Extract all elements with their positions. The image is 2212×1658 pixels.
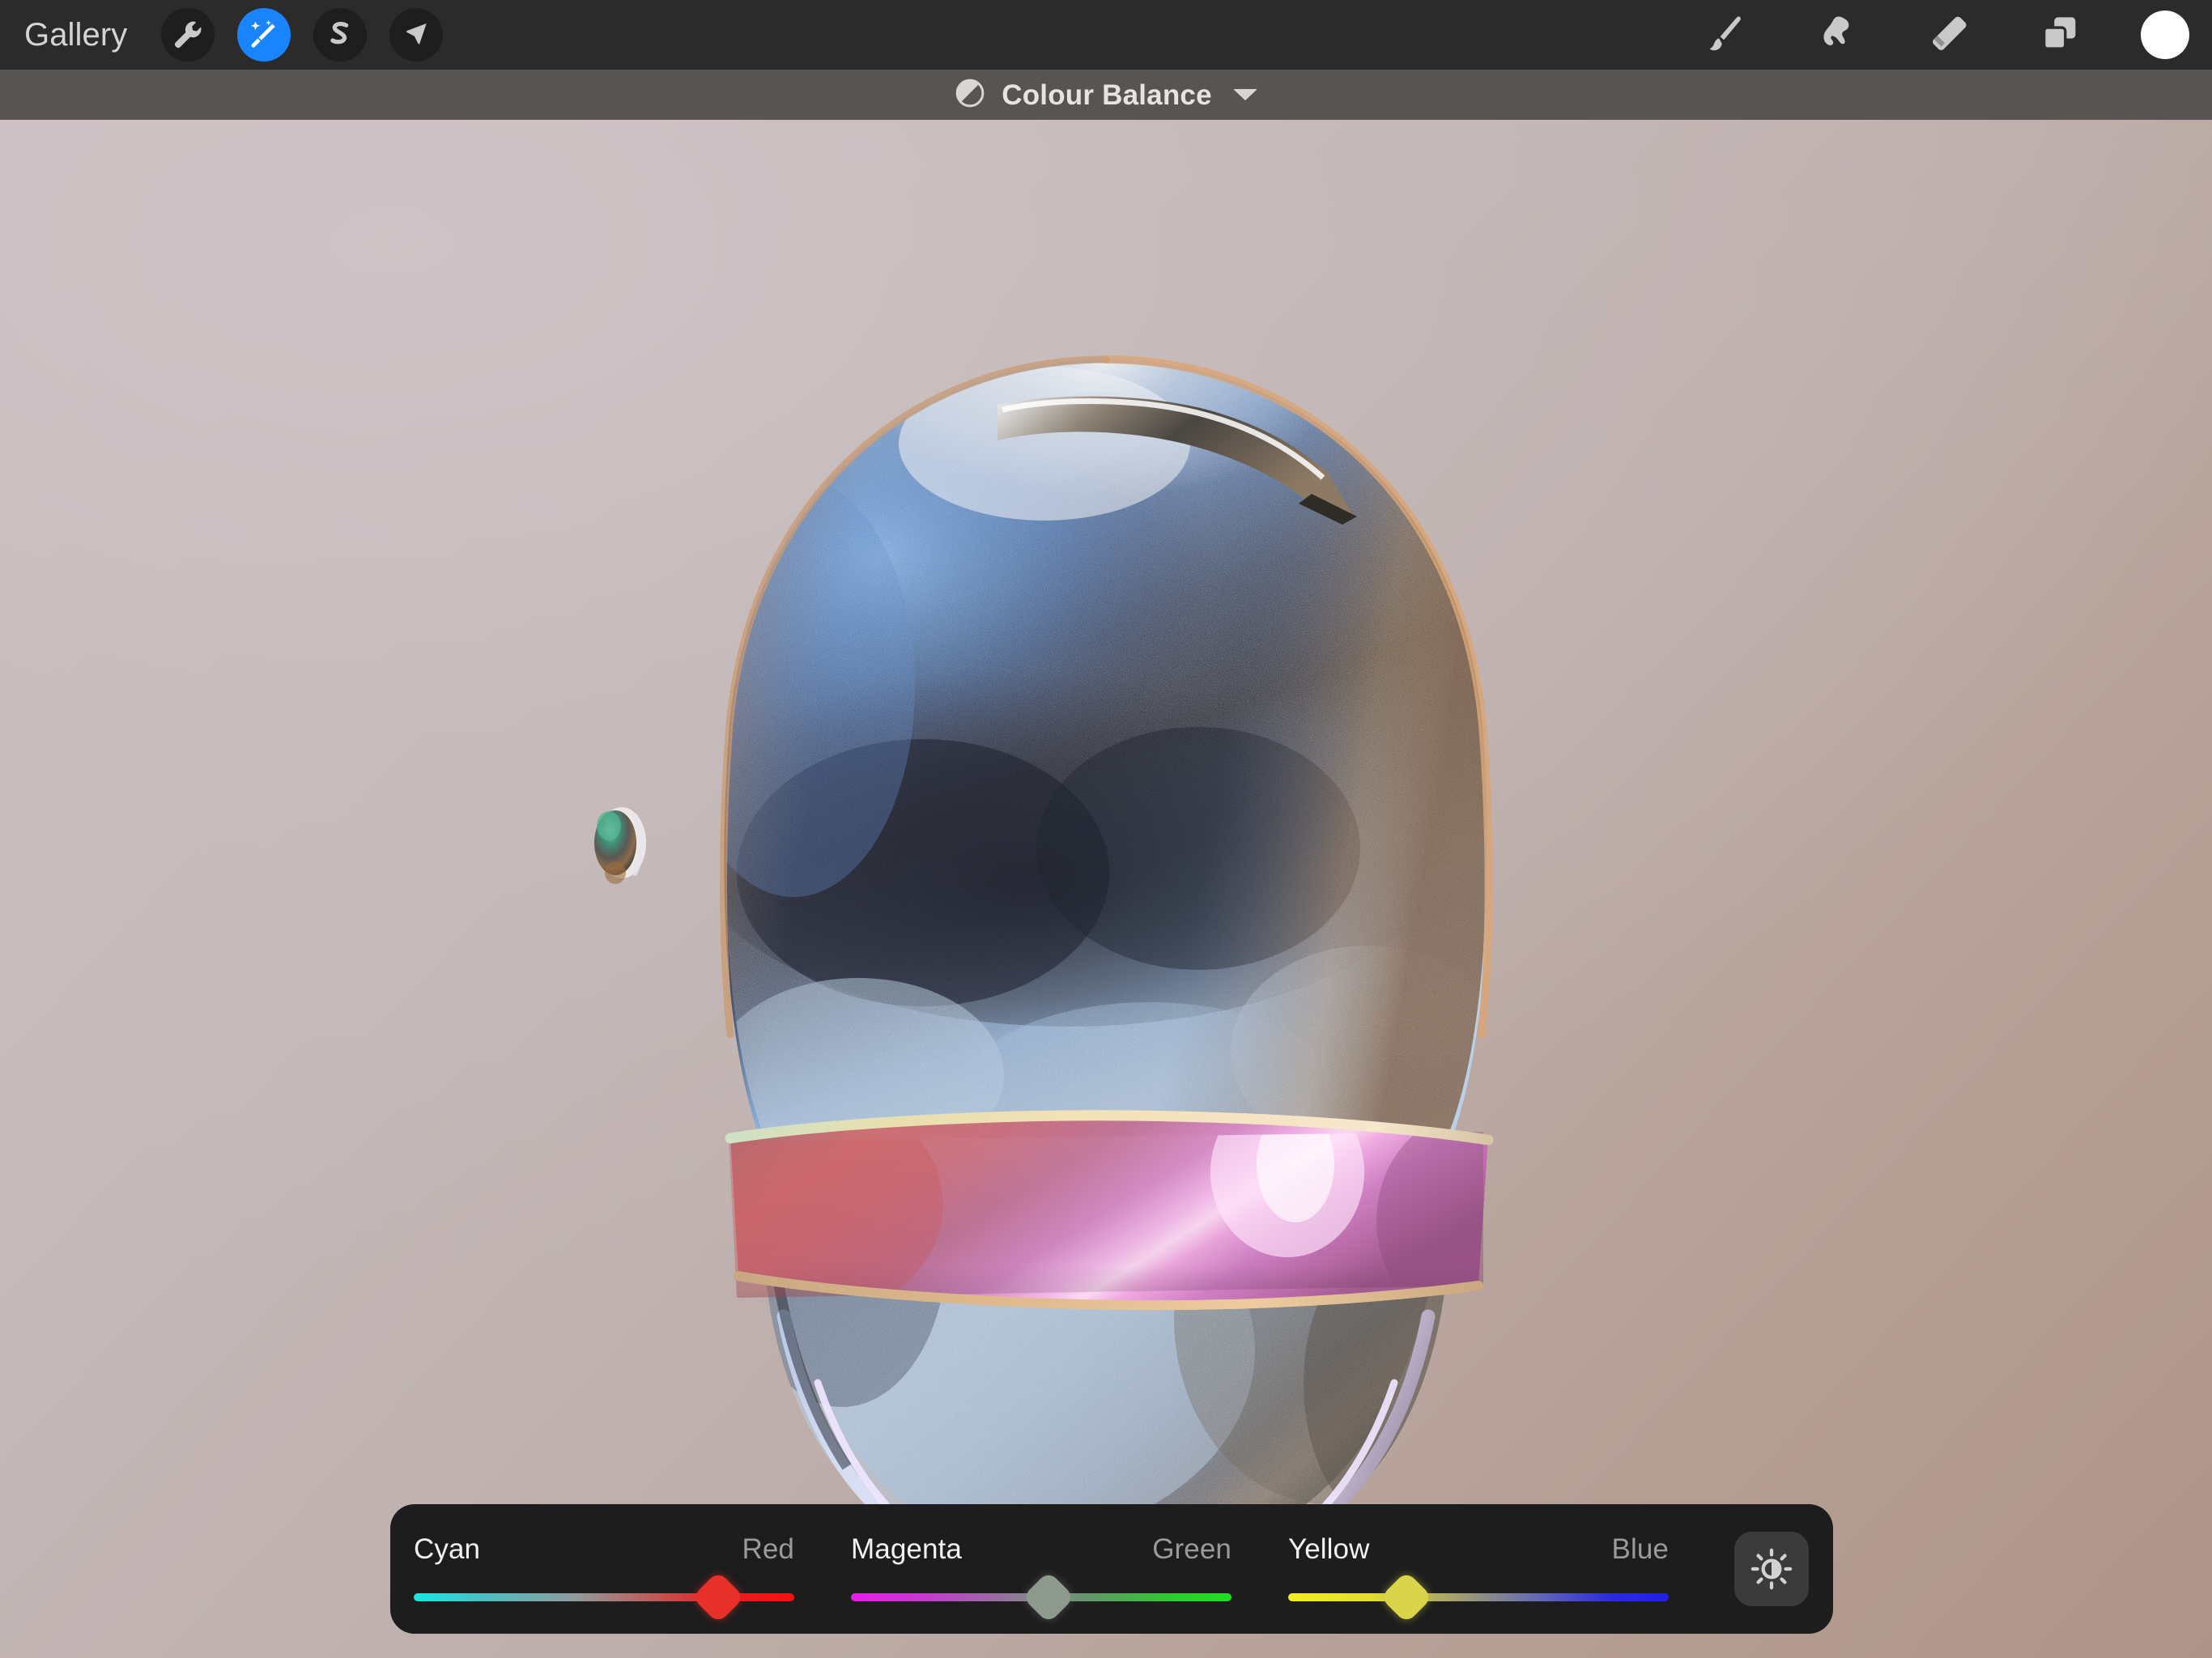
green-label: Green (1152, 1535, 1231, 1563)
layers-button[interactable] (2029, 8, 2091, 62)
adjustment-title: Colour Balance (1002, 81, 1212, 109)
adjustments-button[interactable] (237, 8, 291, 62)
chevron-down-icon[interactable] (1233, 89, 1257, 100)
color-swatch[interactable] (2141, 11, 2189, 59)
yellow-blue-labels: Yellow Blue (1288, 1535, 1669, 1563)
transform-button[interactable] (389, 8, 443, 62)
preserve-luminosity-button[interactable] (1734, 1532, 1809, 1606)
procreate-app: Gallery (0, 0, 2212, 1658)
magenta-green-slider[interactable]: Magenta Green (851, 1504, 1231, 1634)
visor-pivot-stud (594, 807, 646, 884)
actions-wrench-button[interactable] (161, 8, 215, 62)
brightness-sun-icon (1750, 1547, 1793, 1591)
adjustment-circle-icon (955, 78, 985, 113)
cyan-red-slider[interactable]: Cyan Red (414, 1504, 794, 1634)
magic-wand-icon (247, 18, 281, 52)
magenta-green-knob[interactable] (1023, 1571, 1075, 1623)
colour-balance-panel: Cyan Red Magenta Green Yellow Blue (390, 1504, 1833, 1634)
yellow-blue-knob[interactable] (1380, 1571, 1432, 1623)
smudge-finger-icon (1814, 13, 1858, 57)
helmet-top-shell (648, 318, 1571, 1180)
selection-button[interactable] (313, 8, 367, 62)
adjustment-title-bar: Colour Balance (0, 70, 2212, 120)
paintbrush-icon (1703, 13, 1746, 57)
s-curve-selection-icon (324, 19, 356, 51)
toolbar-left-group: Gallery (0, 0, 443, 70)
cyan-label: Cyan (414, 1535, 480, 1563)
layers-icon (2038, 13, 2082, 57)
blue-label: Blue (1612, 1535, 1669, 1563)
erase-button[interactable] (1917, 8, 1979, 62)
magenta-label: Magenta (851, 1535, 962, 1563)
cyan-red-labels: Cyan Red (414, 1535, 794, 1563)
gallery-button[interactable]: Gallery (24, 19, 138, 51)
artwork-canvas[interactable] (0, 120, 2212, 1658)
top-toolbar: Gallery (0, 0, 2212, 70)
wrench-icon (172, 19, 204, 51)
yellow-blue-track[interactable] (1288, 1593, 1669, 1601)
magenta-green-labels: Magenta Green (851, 1535, 1231, 1563)
paint-button[interactable] (1694, 8, 1755, 62)
smudge-button[interactable] (1806, 8, 1867, 62)
arrow-transform-icon (400, 19, 432, 51)
yellow-label: Yellow (1288, 1535, 1370, 1563)
eraser-icon (1926, 13, 1970, 57)
cyan-red-knob[interactable] (691, 1571, 744, 1623)
red-label: Red (742, 1535, 794, 1563)
toolbar-right-group (1694, 0, 2189, 70)
slider-list: Cyan Red Magenta Green Yellow Blue (390, 1504, 1734, 1634)
yellow-blue-slider[interactable]: Yellow Blue (1288, 1504, 1669, 1634)
helmet-artwork (0, 120, 2212, 1658)
